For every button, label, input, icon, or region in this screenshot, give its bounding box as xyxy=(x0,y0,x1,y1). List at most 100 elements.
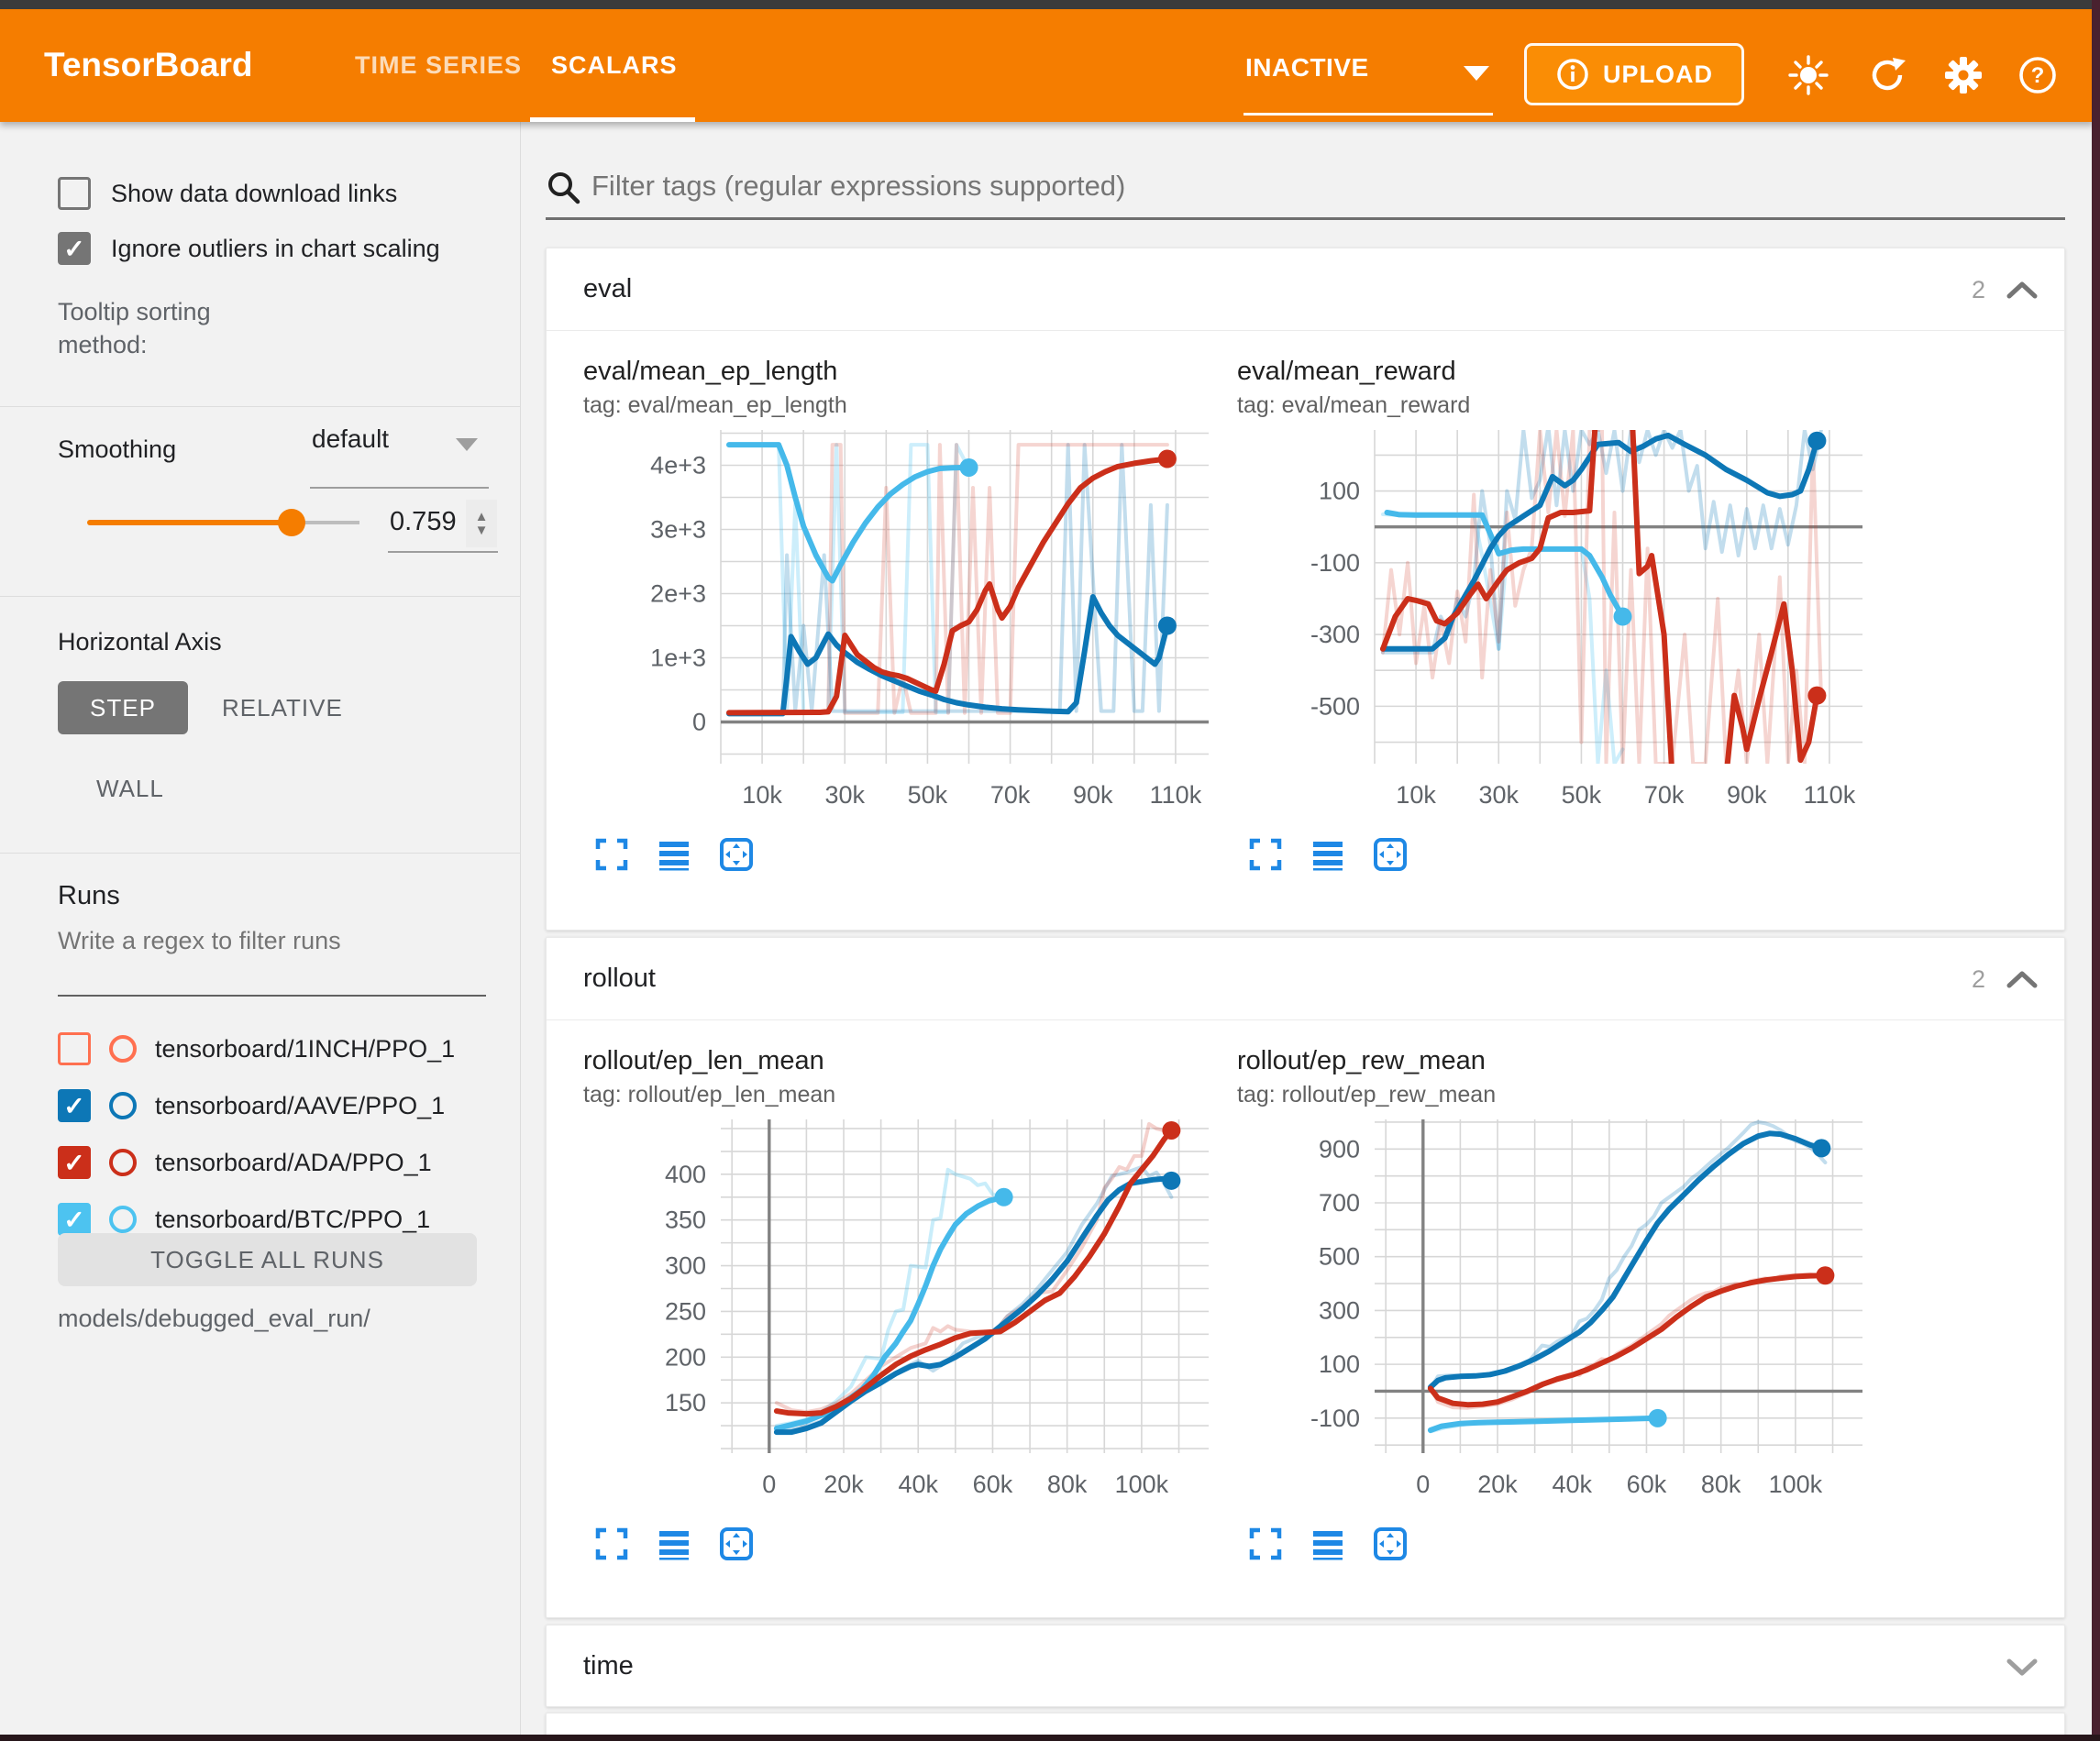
smoothing-stepper[interactable]: ▲ ▼ xyxy=(466,500,497,547)
svg-text:0: 0 xyxy=(762,1471,776,1498)
chart-canvas[interactable]: 10k30k50k70k90k110k100-100-300-500 xyxy=(1237,423,1879,835)
chevron-down-icon[interactable] xyxy=(1464,66,1489,81)
fit-domain-icon[interactable] xyxy=(719,1526,754,1561)
fit-domain-icon[interactable] xyxy=(1373,1526,1408,1561)
runs-heading: Runs xyxy=(58,881,120,911)
chevron-down-icon[interactable] xyxy=(2006,1655,2039,1679)
run-color-radio[interactable] xyxy=(109,1035,137,1063)
chart-toolbar xyxy=(594,1526,1225,1561)
window-top-edge xyxy=(0,0,2100,9)
chart-canvas[interactable]: 10k30k50k70k90k110k01e+32e+33e+34e+3 xyxy=(583,423,1225,835)
runs-list-icon[interactable] xyxy=(657,837,691,872)
svg-text:80k: 80k xyxy=(1701,1471,1741,1498)
smoothing-slider-thumb[interactable] xyxy=(278,509,305,536)
svg-text:110k: 110k xyxy=(1150,781,1202,809)
svg-text:150: 150 xyxy=(665,1389,706,1416)
run-label: tensorboard/ADA/PPO_1 xyxy=(155,1149,432,1177)
chart-title: eval/mean_reward xyxy=(1237,357,1879,387)
run-checkbox[interactable] xyxy=(58,1032,91,1065)
svg-text:350: 350 xyxy=(665,1207,706,1234)
tag-filter-input[interactable] xyxy=(591,170,2040,203)
status-dropdown[interactable]: INACTIVE xyxy=(1245,53,1369,83)
run-checkbox[interactable] xyxy=(58,1089,91,1122)
section-card-time: time xyxy=(546,1625,2065,1707)
svg-text:50k: 50k xyxy=(908,781,948,809)
tooltip-sorting-select[interactable]: default xyxy=(312,424,389,454)
run-label: tensorboard/AAVE/PPO_1 xyxy=(155,1092,445,1120)
svg-text:100: 100 xyxy=(1319,478,1360,505)
run-row-aave[interactable]: tensorboard/AAVE/PPO_1 xyxy=(58,1086,445,1125)
svg-text:60k: 60k xyxy=(973,1471,1013,1498)
svg-text:10k: 10k xyxy=(1396,781,1436,809)
svg-text:1e+3: 1e+3 xyxy=(650,645,706,672)
run-color-radio[interactable] xyxy=(109,1206,137,1233)
run-checkbox[interactable] xyxy=(58,1146,91,1179)
chevron-down-icon[interactable] xyxy=(456,438,478,451)
section-title: rollout xyxy=(583,964,656,994)
horizontal-axis-label: Horizontal Axis xyxy=(58,628,222,656)
section-title: time xyxy=(583,1651,634,1681)
runs-filter-input[interactable] xyxy=(58,927,480,955)
svg-text:300: 300 xyxy=(1319,1296,1360,1324)
section-header-rollout[interactable]: rollout 2 xyxy=(547,938,2064,1020)
section-card-partial xyxy=(546,1713,2065,1735)
tab-scalars[interactable]: SCALARS xyxy=(551,51,678,80)
run-checkbox[interactable] xyxy=(58,1203,91,1236)
smoothing-slider-track-active[interactable] xyxy=(87,520,292,525)
upload-button[interactable]: UPLOAD xyxy=(1524,43,1744,105)
toggle-all-runs-button[interactable]: TOGGLE ALL RUNS xyxy=(58,1233,477,1286)
haxis-wall-button[interactable]: WALL xyxy=(96,775,164,803)
chart-canvas[interactable]: 020k40k60k80k100k150200250300350400 xyxy=(583,1112,1225,1525)
chart-toolbar xyxy=(1248,837,1879,872)
ignore-outliers-checkbox[interactable] xyxy=(58,232,91,265)
app-title: TensorBoard xyxy=(44,46,253,84)
show-download-links-checkbox[interactable] xyxy=(58,177,91,210)
runs-list-icon[interactable] xyxy=(657,1526,691,1561)
main-content: eval 2 eval/mean_ep_length tag: eval/mea… xyxy=(522,122,2093,1735)
run-color-radio[interactable] xyxy=(109,1149,137,1176)
divider xyxy=(0,406,521,407)
svg-text:40k: 40k xyxy=(898,1471,938,1498)
haxis-relative-button[interactable]: RELATIVE xyxy=(222,694,343,722)
chart-title: eval/mean_ep_length xyxy=(583,357,1225,387)
svg-text:0: 0 xyxy=(692,709,706,736)
chart-canvas[interactable]: 020k40k60k80k100k-100100300500700900 xyxy=(1237,1112,1879,1525)
haxis-step-button[interactable]: STEP xyxy=(58,681,188,734)
chart-rollout-ep-rew-mean: rollout/ep_rew_mean tag: rollout/ep_rew_… xyxy=(1237,1046,1879,1561)
svg-text:20k: 20k xyxy=(1477,1471,1518,1498)
refresh-icon[interactable] xyxy=(1867,55,1907,95)
svg-text:?: ? xyxy=(2031,63,2045,88)
section-header-eval[interactable]: eval 2 xyxy=(547,248,2064,331)
runs-list-icon[interactable] xyxy=(1310,837,1345,872)
runs-list-icon[interactable] xyxy=(1310,1526,1345,1561)
svg-text:100k: 100k xyxy=(1769,1471,1823,1498)
run-color-radio[interactable] xyxy=(109,1092,137,1119)
smoothing-value[interactable]: 0.759 xyxy=(390,507,457,537)
tab-time-series[interactable]: TIME SERIES xyxy=(355,51,522,80)
run-row-ada[interactable]: tensorboard/ADA/PPO_1 xyxy=(58,1143,432,1182)
run-row-1inch[interactable]: tensorboard/1INCH/PPO_1 xyxy=(58,1030,455,1068)
svg-text:500: 500 xyxy=(1319,1243,1360,1271)
chevron-up-icon[interactable] xyxy=(2006,278,2039,302)
fullscreen-icon[interactable] xyxy=(594,837,629,872)
spinner-up-icon[interactable]: ▲ xyxy=(475,510,489,523)
chart-eval-mean-ep-length: eval/mean_ep_length tag: eval/mean_ep_le… xyxy=(583,357,1225,872)
section-header-time[interactable]: time xyxy=(547,1625,2064,1708)
chevron-up-icon[interactable] xyxy=(2006,967,2039,991)
help-icon[interactable]: ? xyxy=(2017,55,2058,95)
spinner-down-icon[interactable]: ▼ xyxy=(475,523,489,537)
fullscreen-icon[interactable] xyxy=(1248,1526,1283,1561)
brightness-icon[interactable] xyxy=(1788,55,1829,95)
fullscreen-icon[interactable] xyxy=(594,1526,629,1561)
chart-tag: tag: eval/mean_ep_length xyxy=(583,392,1225,419)
fullscreen-icon[interactable] xyxy=(1248,837,1283,872)
fit-domain-icon[interactable] xyxy=(1373,837,1408,872)
section-count-badge: 2 xyxy=(1972,965,1985,994)
fit-domain-icon[interactable] xyxy=(719,837,754,872)
gear-icon[interactable] xyxy=(1943,55,1984,95)
divider xyxy=(0,596,521,597)
chart-toolbar xyxy=(1248,1526,1879,1561)
svg-text:50k: 50k xyxy=(1562,781,1602,809)
svg-text:20k: 20k xyxy=(823,1471,864,1498)
section-card-eval: eval 2 eval/mean_ep_length tag: eval/mea… xyxy=(546,248,2065,931)
